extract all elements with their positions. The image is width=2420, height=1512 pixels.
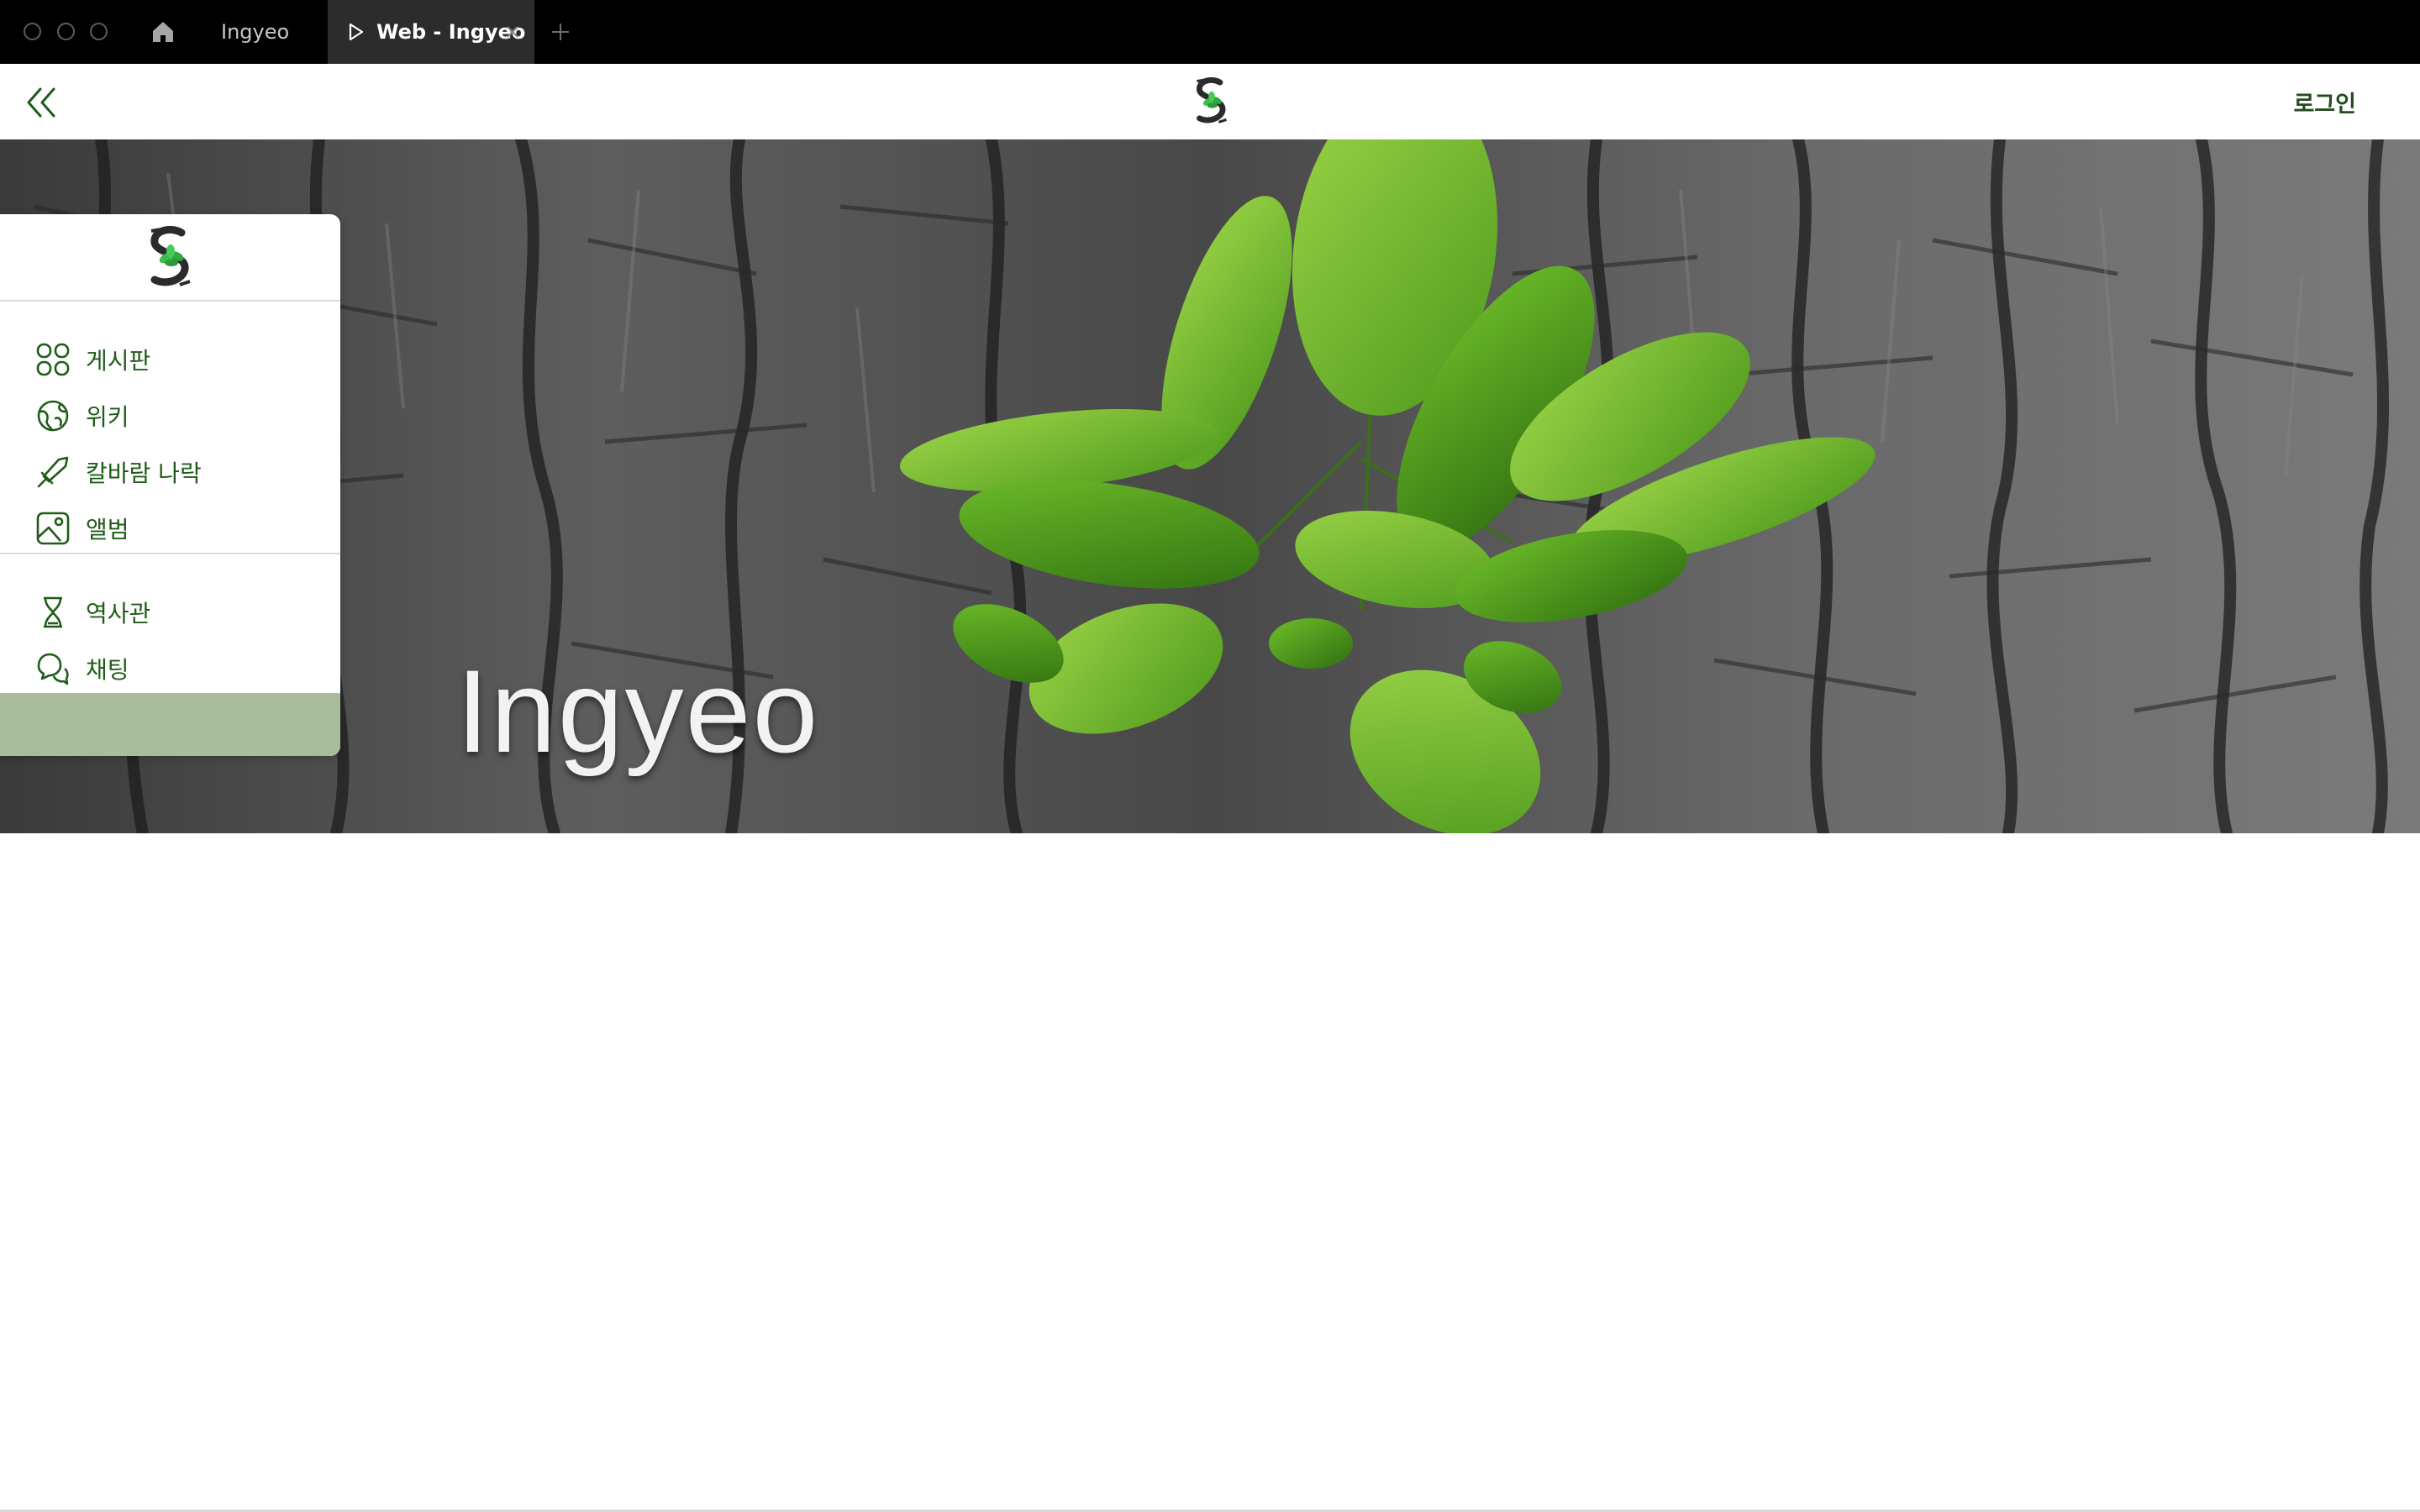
nav-item-aram[interactable]: 칼바람 나락 — [35, 453, 202, 491]
chat-icon — [37, 653, 69, 685]
window-minimize-button[interactable] — [57, 23, 75, 40]
nav-item-label: 게시판 — [86, 347, 151, 375]
nav-item-label: 위키 — [86, 403, 129, 431]
nav-item-wiki[interactable]: 위키 — [35, 396, 129, 435]
home-icon[interactable] — [150, 18, 176, 45]
globe-icon — [37, 400, 69, 432]
double-chevron-left-icon[interactable] — [24, 84, 60, 121]
panel-divider — [0, 553, 340, 554]
tab-label: Web - Ingyeo — [376, 20, 526, 44]
tab-web-ingyeo[interactable]: Web - Ingyeo — [328, 0, 534, 64]
close-icon[interactable] — [504, 24, 521, 40]
ingyeo-logo-icon[interactable] — [1192, 77, 1232, 126]
hourglass-icon — [44, 596, 62, 628]
nav-item-history[interactable]: 역사관 — [35, 593, 150, 632]
site-header: 로그인 — [0, 64, 2420, 139]
plus-icon[interactable] — [549, 20, 572, 44]
image-icon — [36, 512, 70, 545]
hero-image — [0, 139, 2420, 833]
nav-item-board[interactable]: 게시판 — [35, 340, 150, 379]
nav-item-chat[interactable]: 채팅 — [35, 649, 129, 688]
hero-title: Ingyeo — [456, 645, 820, 777]
nav-item-label: 채팅 — [86, 656, 129, 684]
nav-item-label: 칼바람 나락 — [86, 459, 202, 487]
browser-tab-bar: Ingyeo Web - Ingyeo — [0, 0, 2420, 64]
panel-divider — [0, 300, 340, 302]
panel-footer — [0, 693, 340, 756]
ingyeo-logo-icon[interactable] — [145, 226, 197, 290]
grid-icon — [36, 343, 70, 376]
sword-icon — [37, 456, 69, 488]
side-navigation-panel: 게시판 위키 칼바람 나락 앨범 역사관 채팅 — [0, 214, 340, 756]
play-icon — [349, 23, 364, 41]
login-link[interactable]: 로그인 — [2293, 86, 2356, 118]
nav-item-label: 역사관 — [86, 600, 151, 627]
hero-banner: Ingyeo — [0, 139, 2420, 833]
tab-label: Ingyeo — [221, 20, 290, 44]
window-maximize-button[interactable] — [90, 23, 108, 40]
window-close-button[interactable] — [24, 23, 41, 40]
tab-ingyeo[interactable]: Ingyeo — [221, 0, 289, 64]
nav-item-label: 앨범 — [86, 516, 129, 543]
nav-item-album[interactable]: 앨범 — [35, 509, 129, 548]
